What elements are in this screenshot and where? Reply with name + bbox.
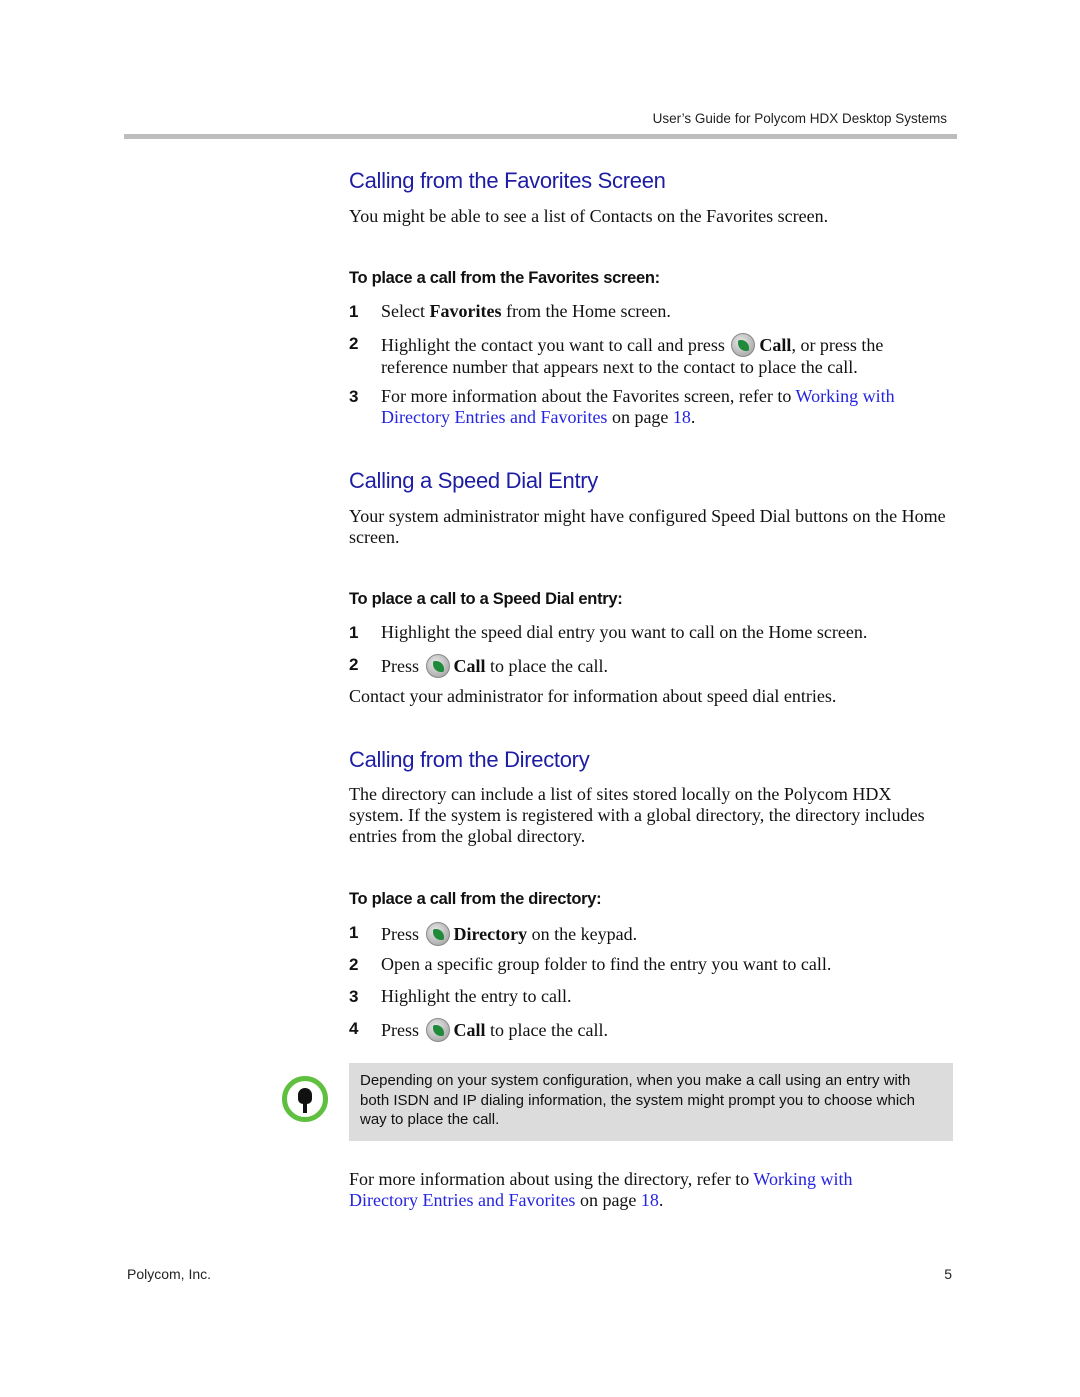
step: 1 Select Favorites from the Home screen. xyxy=(349,301,954,322)
step-text: Press xyxy=(381,656,424,676)
procedure-title: To place a call from the Favorites scree… xyxy=(349,269,660,287)
page-link[interactable]: 18 xyxy=(673,407,691,427)
call-icon xyxy=(425,654,450,678)
outro-text: on page xyxy=(575,1190,641,1210)
step: 3 Highlight the entry to call. xyxy=(349,986,954,1007)
section-intro: Your system administrator might have con… xyxy=(349,506,946,547)
section-outro: Contact your administrator for informati… xyxy=(349,686,837,706)
step: 3 For more information about the Favorite… xyxy=(349,386,954,428)
footer-page-number: 5 xyxy=(944,1266,952,1282)
ui-term: Call xyxy=(453,656,486,676)
step: 4 Press Call to place the call. xyxy=(349,1018,954,1042)
note-box: Depending on your system configuration, … xyxy=(349,1063,953,1141)
footer-company: Polycom, Inc. xyxy=(127,1266,212,1282)
step-text: Highlight the speed dial entry you want … xyxy=(381,622,868,642)
directory-icon xyxy=(425,922,450,946)
header-rule xyxy=(124,134,957,139)
step-text: Press xyxy=(381,924,424,944)
step: 2 Open a specific group folder to find th… xyxy=(349,954,954,975)
section-title: Calling from the Favorites Screen xyxy=(349,168,666,193)
step: 2 Press Call to place the call. xyxy=(349,654,954,678)
call-icon xyxy=(425,1018,450,1042)
outro-text: For more information about using the dir… xyxy=(349,1169,754,1189)
step-text: to place the call. xyxy=(485,656,608,676)
step: 1 Highlight the speed dial entry you want… xyxy=(349,622,954,643)
step-number: 1 xyxy=(349,623,359,642)
step-text: on page xyxy=(607,407,673,427)
step-number: 1 xyxy=(349,302,359,321)
ui-term: Favorites xyxy=(429,301,502,321)
procedure-title: To place a call to a Speed Dial entry: xyxy=(349,590,623,608)
step-number: 2 xyxy=(349,334,359,353)
step-number: 2 xyxy=(349,955,359,974)
step-number: 2 xyxy=(349,655,359,674)
step-number: 4 xyxy=(349,1019,359,1038)
step-text: Highlight the contact you want to call a… xyxy=(381,335,730,355)
step-number: 1 xyxy=(349,923,359,942)
section-title: Calling from the Directory xyxy=(349,747,590,772)
section-intro: The directory can include a list of site… xyxy=(349,784,925,846)
step-number: 3 xyxy=(349,387,359,406)
step: 2 Highlight the contact you want to call … xyxy=(349,333,954,378)
running-header: User’s Guide for Polycom HDX Desktop Sys… xyxy=(652,111,947,126)
ui-term: Directory xyxy=(453,924,528,944)
step-number: 3 xyxy=(349,987,359,1006)
step-text: . xyxy=(690,407,696,427)
section-title: Calling a Speed Dial Entry xyxy=(349,468,599,493)
step: 1 Press Directory on the keypad. xyxy=(349,922,954,946)
step-text: For more information about the Favorites… xyxy=(381,386,796,406)
step-text: Highlight the entry to call. xyxy=(381,986,572,1006)
ui-term: Call xyxy=(453,1020,486,1040)
pushpin-note-icon xyxy=(282,1076,328,1122)
step-text: on the keypad. xyxy=(527,924,638,944)
step-text: from the Home screen. xyxy=(501,301,671,321)
outro-text: . xyxy=(658,1190,664,1210)
step-text: Select xyxy=(381,301,430,321)
call-icon xyxy=(731,333,756,357)
procedure-title: To place a call from the directory: xyxy=(349,890,602,908)
section-outro: For more information about using the dir… xyxy=(349,1169,909,1211)
document-page: User’s Guide for Polycom HDX Desktop Sys… xyxy=(0,0,1080,1397)
step-text: Press xyxy=(381,1020,424,1040)
ui-term: Call xyxy=(759,335,792,355)
step-text: Open a specific group folder to find the… xyxy=(381,954,832,974)
page-link[interactable]: 18 xyxy=(641,1190,659,1210)
step-text: to place the call. xyxy=(485,1020,608,1040)
section-intro: You might be able to see a list of Conta… xyxy=(349,206,829,226)
